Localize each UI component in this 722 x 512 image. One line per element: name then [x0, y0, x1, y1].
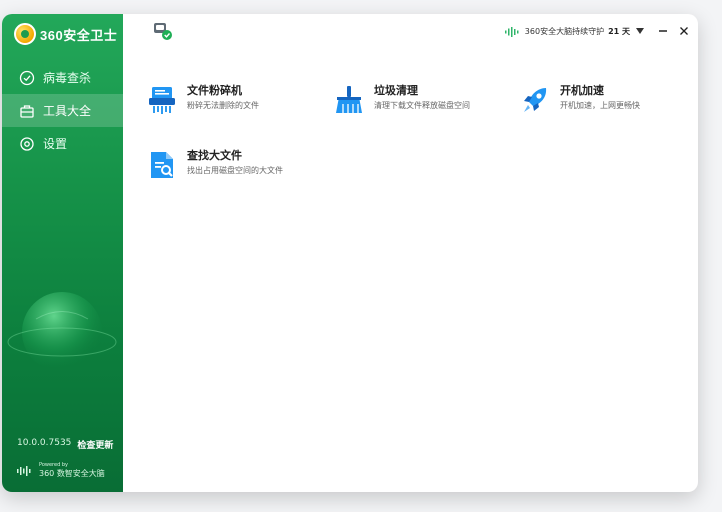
wifi-down-icon — [636, 28, 644, 34]
check-update-link[interactable]: 检查更新 — [77, 438, 113, 451]
close-button[interactable] — [676, 23, 692, 39]
close-icon — [680, 27, 688, 35]
security-status-icon[interactable] — [153, 22, 173, 42]
file-search-icon — [151, 152, 173, 178]
sidebar-item-toolbox[interactable]: 工具大全 — [2, 94, 123, 127]
broom-icon — [336, 86, 362, 113]
guard-status: 360安全大脑持续守护 21 天 — [504, 26, 630, 37]
powered-by: Powered by 360 数智安全大脑 — [16, 462, 105, 479]
audio-wave-icon — [504, 26, 519, 37]
sidebar-item-label: 工具大全 — [43, 104, 92, 118]
gear-icon — [20, 136, 34, 151]
sidebar-item-virus-scan[interactable]: 病毒查杀 — [2, 61, 123, 94]
sidebar: 360安全卫士 病毒查杀 工具大全 设置 10.0.0.7535 检查更新 Po… — [2, 14, 123, 492]
menu-dropdown-button[interactable] — [632, 23, 648, 39]
app-window: 360安全卫士 病毒查杀 工具大全 设置 10.0.0.7535 检查更新 Po… — [2, 14, 698, 492]
tool-file-shredder[interactable]: 文件粉碎机 粉碎无法删除的文件 — [147, 84, 259, 115]
tool-title: 查找大文件 — [187, 149, 242, 162]
logo-text: 360安全卫士 — [40, 27, 118, 43]
logo-icon — [14, 23, 36, 45]
sidebar-item-label: 病毒查杀 — [43, 71, 92, 85]
rocket-icon — [524, 88, 547, 112]
sidebar-nav: 病毒查杀 工具大全 设置 — [2, 61, 123, 160]
tool-desc: 粉碎无法删除的文件 — [187, 101, 259, 110]
sidebar-item-settings[interactable]: 设置 — [2, 127, 123, 160]
tool-title: 开机加速 — [560, 84, 604, 97]
tool-find-large-files[interactable]: 查找大文件 找出占用磁盘空间的大文件 — [147, 149, 283, 180]
tool-title: 文件粉碎机 — [187, 84, 242, 97]
powered-brand: 360 数智安全大脑 — [39, 469, 105, 478]
tool-desc: 找出占用磁盘空间的大文件 — [187, 166, 283, 175]
shredder-icon — [149, 87, 175, 114]
tool-boot-speedup[interactable]: 开机加速 开机加速，上网更畅快 — [520, 84, 640, 115]
tool-title: 垃圾清理 — [374, 84, 418, 97]
audio-wave-icon — [17, 465, 31, 476]
top-bar: 360安全大脑持续守护 21 天 — [123, 14, 698, 50]
shield-check-icon — [19, 70, 35, 85]
minimize-button[interactable] — [655, 23, 671, 39]
version-text: 10.0.0.7535 — [17, 438, 72, 448]
globe-illustration-icon — [7, 292, 117, 372]
sidebar-item-label: 设置 — [43, 137, 68, 151]
minimize-icon — [659, 30, 667, 32]
guard-days: 21 天 — [608, 27, 630, 36]
guard-text: 360安全大脑持续守护 — [524, 27, 605, 36]
toolbox-icon — [20, 104, 34, 118]
tool-desc: 清理下载文件释放磁盘空间 — [374, 101, 470, 110]
version-row: 10.0.0.7535 检查更新 — [17, 438, 113, 451]
tool-junk-cleanup[interactable]: 垃圾清理 清理下载文件释放磁盘空间 — [334, 84, 470, 115]
app-logo: 360安全卫士 — [14, 22, 117, 46]
tool-desc: 开机加速，上网更畅快 — [560, 101, 640, 110]
